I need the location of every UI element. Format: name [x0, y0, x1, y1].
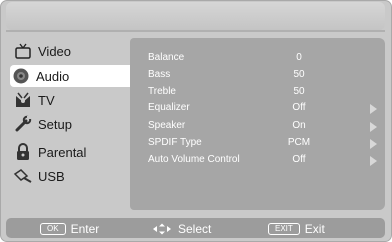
- submenu-arrow-icon[interactable]: [370, 122, 377, 132]
- menu-item-audio[interactable]: Audio: [10, 65, 130, 87]
- usb-icon: [12, 167, 34, 185]
- tv-set-icon: [12, 42, 34, 60]
- menu-item-label: Audio: [36, 68, 70, 84]
- exit-hint: EXIT Exit: [268, 222, 325, 236]
- menu-item-tv[interactable]: TV: [12, 89, 130, 111]
- setting-value: 50: [293, 86, 305, 97]
- setting-value: 50: [293, 69, 305, 80]
- submenu-arrow-icon[interactable]: [370, 156, 377, 166]
- menu-item-label: USB: [38, 168, 65, 184]
- setting-label: Speaker: [148, 120, 186, 131]
- exit-label: Exit: [304, 222, 325, 236]
- select-label: Select: [178, 222, 212, 236]
- menu-item-label: Parental: [38, 144, 87, 160]
- speaker-icon: [10, 67, 32, 85]
- tv-antenna-icon: [12, 91, 34, 109]
- menu-item-label: Setup: [38, 116, 72, 132]
- setting-row-balance[interactable]: Balance 0: [148, 52, 380, 67]
- title-band: [6, 2, 385, 30]
- menu-item-label: Video: [38, 43, 72, 59]
- exit-key-icon: EXIT: [268, 223, 300, 235]
- submenu-arrow-icon[interactable]: [370, 139, 377, 149]
- setting-label: Balance: [148, 52, 185, 63]
- menu-item-label: TV: [38, 92, 55, 108]
- top-divider: [6, 30, 385, 32]
- enter-hint: OK Enter: [40, 222, 99, 236]
- setting-label: Treble: [148, 86, 176, 97]
- setting-value: Off: [292, 154, 306, 165]
- menu-item-video[interactable]: Video: [12, 40, 130, 62]
- setting-label: SPDIF Type: [148, 137, 202, 148]
- setting-value: PCM: [287, 137, 311, 148]
- setting-label: Bass: [148, 69, 171, 80]
- setting-value: On: [292, 120, 306, 131]
- setting-row-bass[interactable]: Bass 50: [148, 69, 380, 84]
- menu-item-usb[interactable]: USB: [12, 165, 130, 187]
- setting-value: Off: [292, 102, 306, 113]
- wrench-icon: [12, 115, 34, 133]
- menu-item-setup[interactable]: Setup: [12, 113, 130, 135]
- setting-row-equalizer[interactable]: Equalizer Off: [148, 102, 380, 117]
- setting-row-auto-volume-control[interactable]: Auto Volume Control Off: [148, 154, 380, 169]
- navigate-arrows-icon: [153, 223, 171, 235]
- setting-row-spdif-type[interactable]: SPDIF Type PCM: [148, 137, 380, 152]
- setting-row-speaker[interactable]: Speaker On: [148, 120, 380, 135]
- setting-label: Equalizer: [148, 102, 190, 113]
- settings-panel: Balance 0 Bass 50 Treble 50 Equalizer Of…: [130, 38, 385, 210]
- lock-icon: [12, 143, 34, 161]
- select-hint: Select: [152, 222, 211, 236]
- enter-label: Enter: [70, 222, 100, 236]
- submenu-arrow-icon[interactable]: [370, 104, 377, 114]
- ok-key-icon: OK: [40, 223, 66, 235]
- menu-item-parental[interactable]: Parental: [12, 141, 130, 163]
- setting-label: Auto Volume Control: [148, 154, 240, 165]
- setting-row-treble[interactable]: Treble 50: [148, 86, 380, 101]
- setting-value: 0: [296, 52, 302, 63]
